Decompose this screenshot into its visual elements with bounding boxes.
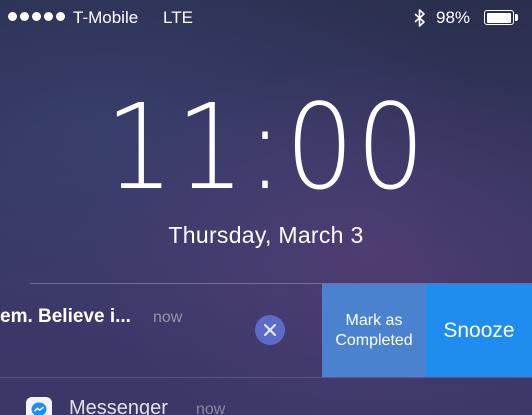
close-icon <box>264 324 276 336</box>
messenger-time: now <box>196 401 226 415</box>
battery-percentage: 98% <box>436 8 471 27</box>
messenger-divider <box>0 377 532 378</box>
notification-text: em. Believe i... <box>0 306 131 327</box>
snooze-button[interactable]: Snooze <box>426 284 532 377</box>
status-bar: T-Mobile LTE 98% <box>0 0 532 36</box>
carrier-name: T-Mobile <box>73 8 139 27</box>
network-type: LTE <box>163 8 193 27</box>
battery-cap <box>515 14 518 21</box>
mark-as-completed-label: Mark as Completed <box>335 311 413 349</box>
notification-row[interactable]: em. Believe i... now Mark as Completed S… <box>0 284 532 377</box>
messenger-icon <box>26 397 52 415</box>
mark-as-completed-button[interactable]: Mark as Completed <box>322 284 426 377</box>
messenger-notification[interactable]: Messenger now <box>0 377 532 415</box>
clear-notification-button[interactable] <box>255 315 285 345</box>
messenger-app-name: Messenger <box>69 397 168 415</box>
lock-screen-clock: 11:00 <box>104 78 428 216</box>
bluetooth-icon <box>414 9 425 27</box>
signal-strength-icon <box>8 12 65 21</box>
snooze-label: Snooze <box>443 318 515 342</box>
battery-icon <box>484 10 514 25</box>
notification-time: now <box>153 309 183 326</box>
lock-screen-date: Thursday, March 3 <box>168 222 364 248</box>
